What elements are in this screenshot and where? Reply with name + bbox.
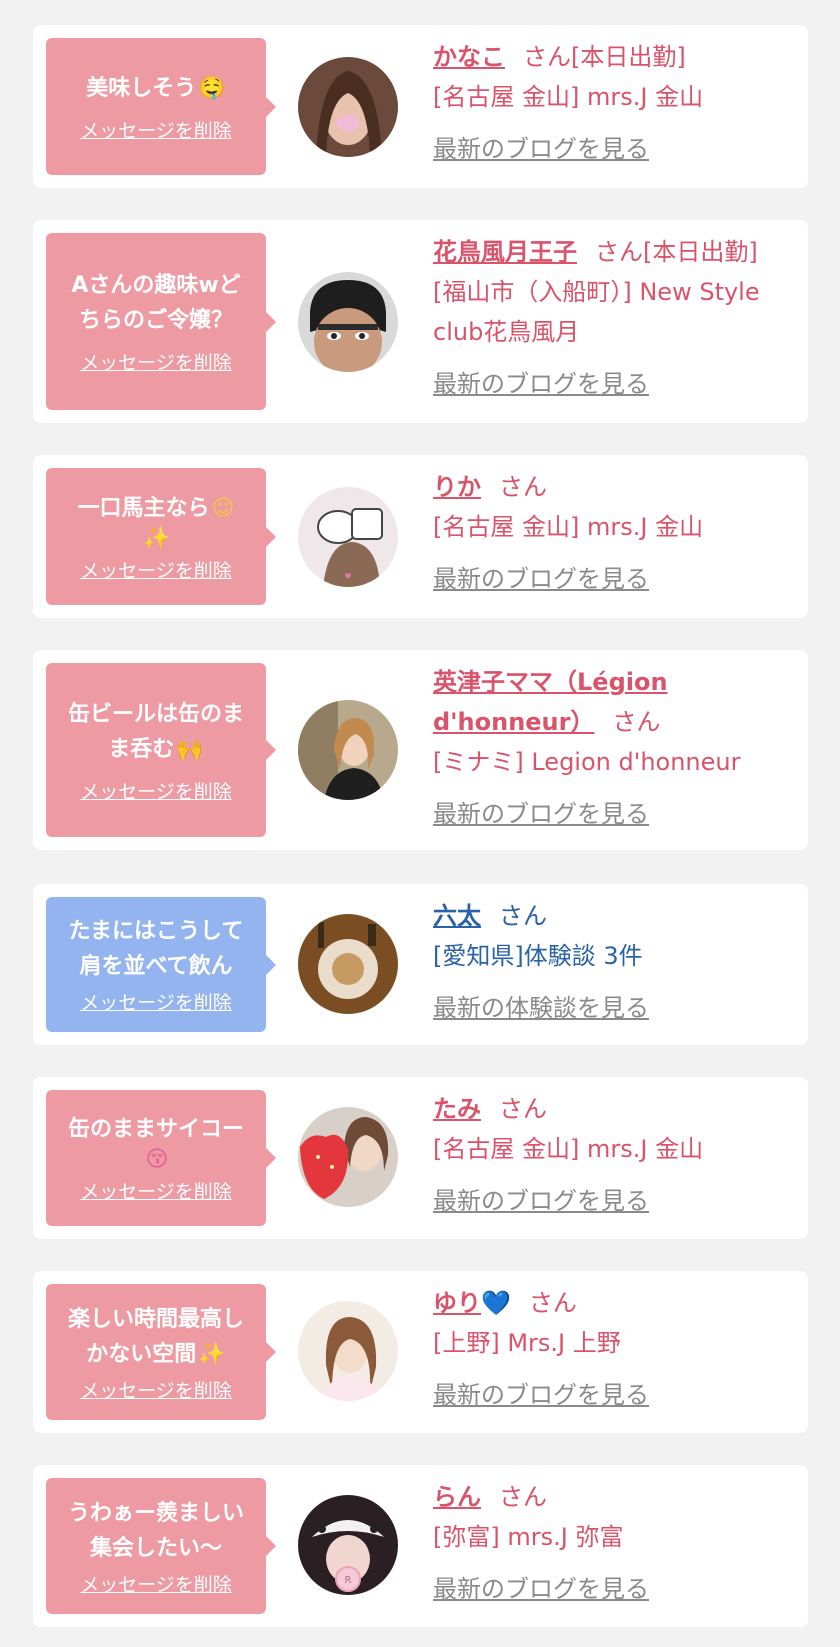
message-text: 楽しい時間最高し かない空間✨ [67,1306,244,1367]
sender-suffix: さん [499,1095,547,1123]
shop-name: [弥富] mrs.J 弥富 [433,1523,624,1551]
sender-info: 英津子ママ（Légion d'honneur） さん [ミナミ] Legion d… [433,662,794,834]
sender-name-link[interactable]: 六太 [433,902,481,930]
latest-blog-link[interactable]: 最新のブログを見る [433,364,649,404]
message-text: 一口馬主なら☺ ✨ [77,495,235,551]
message-bubble: 一口馬主なら☺ ✨ メッセージを削除 [46,468,276,605]
message-bubble: 缶ビールは缶のま ま呑む🙌 メッセージを削除 [46,663,276,837]
smiling-face-emoji: ☺ [211,495,235,521]
latest-blog-link[interactable]: 最新のブログを見る [433,794,649,834]
delete-message-link[interactable]: メッセージを削除 [80,1570,232,1597]
latest-blog-link[interactable]: 最新のブログを見る [433,1375,649,1415]
kissing-face-emoji: 😚 [145,1147,169,1172]
sender-info: りか さん [名古屋 金山] mrs.J 金山 最新のブログを見る [433,467,794,599]
latest-blog-link[interactable]: 最新のブログを見る [433,559,649,599]
message-bubble: うわぁー羨ましい 集会したい〜 メッセージを削除 [46,1478,276,1614]
latest-review-link[interactable]: 最新の体験談を見る [433,988,649,1028]
sender-suffix: さん [612,708,661,736]
raising-hands-emoji: 🙌 [176,736,204,762]
sender-name-link[interactable]: かなこ [433,43,505,71]
shop-name: [上野] Mrs.J 上野 [433,1329,621,1357]
shop-name: [名古屋 金山] mrs.J 金山 [433,83,704,111]
message-list: 美味しそう🤤 メッセージを削除 かなこ さん[本日出勤] [名古屋 金山] mrs… [0,0,840,1647]
sender-suffix: さん [528,1289,577,1317]
sender-suffix: さん [499,1483,547,1511]
svg-text:♥: ♥ [344,572,351,581]
delete-message-link[interactable]: メッセージを削除 [80,1376,232,1403]
blue-heart-emoji: 💙 [481,1289,511,1317]
shop-name: [名古屋 金山] mrs.J 金山 [433,513,704,541]
shop-name: [愛知県]体験談 3件 [433,942,643,970]
message-card: 美味しそう🤤 メッセージを削除 かなこ さん[本日出勤] [名古屋 金山] mrs… [33,25,808,188]
latest-blog-link[interactable]: 最新のブログを見る [433,1181,649,1221]
sender-name-link[interactable]: 花鳥風月王子 [433,238,577,266]
message-card: 楽しい時間最高し かない空間✨ メッセージを削除 ゆり💙 さん [上野] Mrs.J… [33,1271,808,1433]
shop-name: [福山市（入船町）] New Style club花鳥風月 [433,278,760,346]
avatar[interactable] [298,1301,398,1401]
sparkles-emoji: ✨ [143,525,171,551]
message-text: 缶ビールは缶のま ま呑む🙌 [67,701,244,762]
shop-name: [ミナミ] Legion d'honneur [433,748,741,776]
avatar[interactable]: R [298,1495,398,1595]
sender-info: かなこ さん[本日出勤] [名古屋 金山] mrs.J 金山 最新のブログを見る [433,37,794,169]
sender-suffix: さん [499,473,547,501]
avatar[interactable] [298,1107,398,1207]
message-bubble: 楽しい時間最高し かない空間✨ メッセージを削除 [46,1284,276,1420]
delete-message-link[interactable]: メッセージを削除 [80,988,232,1015]
avatar[interactable] [298,272,398,372]
message-card: 缶のままサイコー 😚 メッセージを削除 たみ さん [名古屋 金山] mrs.J 金… [33,1077,808,1239]
message-bubble: たまにはこうして 肩を並べて飲ん メッセージを削除 [46,897,276,1032]
message-card: 缶ビールは缶のま ま呑む🙌 メッセージを削除 英津子ママ（Légion d'hon… [33,650,808,850]
drooling-face-emoji: 🤤 [198,75,226,101]
delete-message-link[interactable]: メッセージを削除 [80,556,232,583]
delete-message-link[interactable]: メッセージを削除 [80,777,232,804]
latest-blog-link[interactable]: 最新のブログを見る [433,1569,649,1609]
message-text: Aさんの趣味wど ちらのご令嬢？ [71,273,241,333]
sparkles-emoji: ✨ [198,1341,226,1367]
message-text: 缶のままサイコー 😚 [67,1117,244,1172]
sender-info: たみ さん [名古屋 金山] mrs.J 金山 最新のブログを見る [433,1089,794,1221]
sender-suffix: さん [499,902,547,930]
delete-message-link[interactable]: メッセージを削除 [80,348,232,375]
avatar[interactable]: ♥ [298,487,398,587]
shop-name: [名古屋 金山] mrs.J 金山 [433,1135,704,1163]
sender-suffix: さん[本日出勤] [523,43,686,71]
sender-name-link[interactable]: りか [433,473,481,501]
message-bubble: Aさんの趣味wど ちらのご令嬢？ メッセージを削除 [46,233,276,410]
sender-name-link[interactable]: ゆり💙 [433,1289,511,1317]
message-bubble: 缶のままサイコー 😚 メッセージを削除 [46,1090,276,1226]
message-card: うわぁー羨ましい 集会したい〜 メッセージを削除 R らん さん [弥富] mrs.… [33,1465,808,1627]
svg-text:R: R [345,1575,352,1586]
delete-message-link[interactable]: メッセージを削除 [80,116,232,143]
avatar[interactable] [298,700,398,800]
message-bubble: 美味しそう🤤 メッセージを削除 [46,38,276,175]
sender-name-link[interactable]: たみ [433,1095,481,1123]
avatar[interactable] [298,57,398,157]
message-card: 一口馬主なら☺ ✨ メッセージを削除 ♥ りか さん [名古屋 金山] mrs.J … [33,455,808,618]
avatar[interactable] [298,914,398,1014]
sender-suffix: さん[本日出勤] [595,238,758,266]
message-text: たまにはこうして 肩を並べて飲ん [68,919,244,979]
sender-info: らん さん [弥富] mrs.J 弥富 最新のブログを見る [433,1477,794,1609]
message-card: たまにはこうして 肩を並べて飲ん メッセージを削除 六太 さん [愛知県]体験談 3… [33,884,808,1045]
message-text: 美味しそう🤤 [86,75,226,101]
delete-message-link[interactable]: メッセージを削除 [80,1177,232,1204]
sender-info: 花鳥風月王子 さん[本日出勤] [福山市（入船町）] New Style club花… [433,232,794,404]
sender-name-link[interactable]: らん [433,1483,481,1511]
latest-blog-link[interactable]: 最新のブログを見る [433,129,649,169]
message-text: うわぁー羨ましい 集会したい〜 [67,1500,244,1561]
message-card: Aさんの趣味wど ちらのご令嬢？ メッセージを削除 花鳥風月王子 さん[本日出勤] … [33,220,808,423]
sender-info: ゆり💙 さん [上野] Mrs.J 上野 最新のブログを見る [433,1283,794,1415]
sender-info: 六太 さん [愛知県]体験談 3件 最新の体験談を見る [433,896,794,1028]
